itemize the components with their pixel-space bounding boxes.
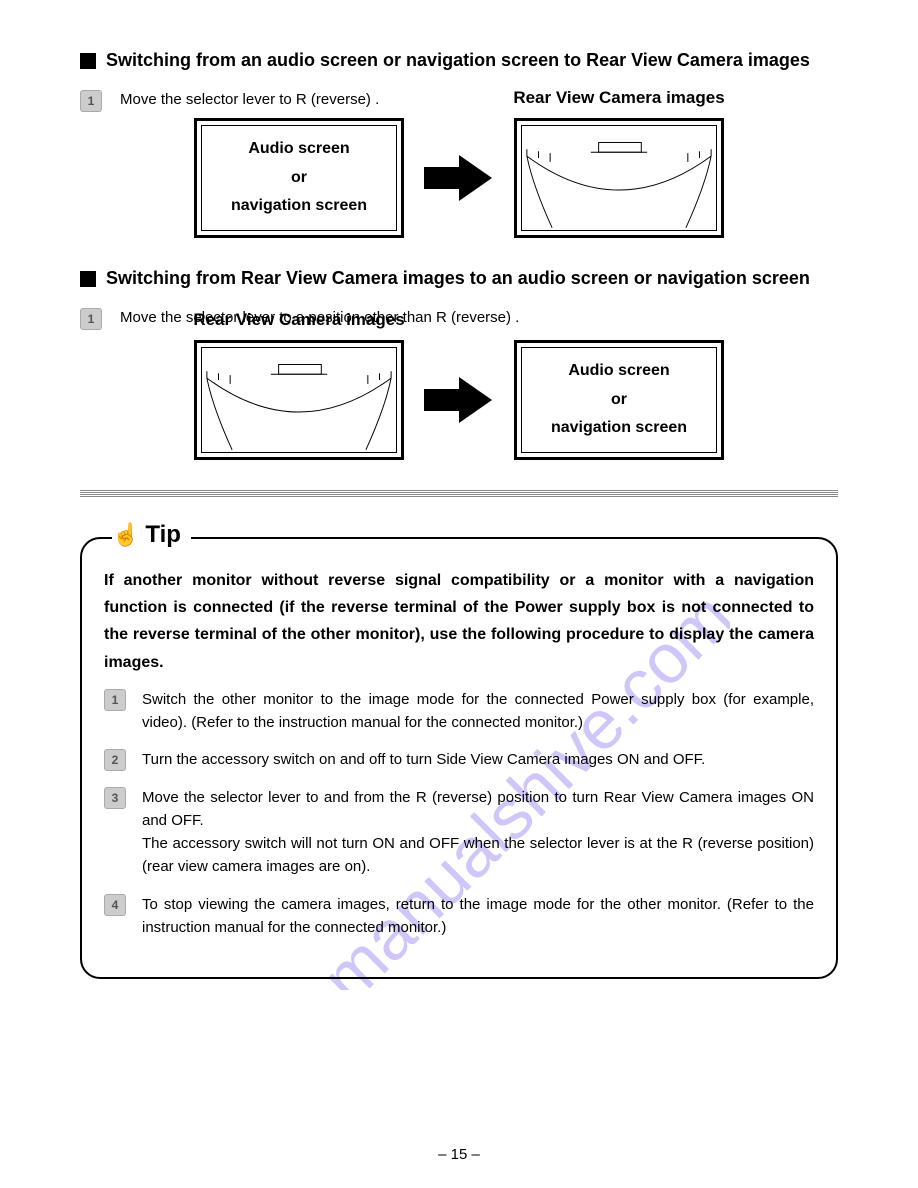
tip-step-text: To stop viewing the camera images, retur… [142, 893, 814, 940]
rear-camera-box-wrap: Rear View Camera images [514, 118, 724, 238]
tip-label-text: Tip [145, 521, 181, 549]
tip-box: ☝ Tip If another monitor without reverse… [80, 537, 838, 979]
section1-diagram: Audio screen or navigation screen Rear V… [80, 118, 838, 238]
box-line: Audio screen [568, 357, 669, 386]
rear-camera-label: Rear View Camera images [504, 88, 734, 108]
step-number-icon: 3 [104, 787, 126, 809]
square-bullet-icon [80, 271, 96, 287]
tip-step: 2 Turn the accessory switch on and off to… [104, 748, 814, 771]
rear-camera-label: Rear View Camera images [184, 310, 414, 330]
tip-step-text: Turn the accessory switch on and off to … [142, 748, 705, 771]
rear-camera-box-wrap: Rear View Camera images [194, 340, 404, 460]
manual-page: manualshive.com Switching from an audio … [0, 0, 918, 1188]
step-number-icon: 1 [80, 90, 102, 112]
section1-step-text: Move the selector lever to R (reverse) . [120, 89, 379, 112]
box-line: or [291, 164, 307, 193]
box-line: or [611, 386, 627, 415]
section-divider [80, 490, 838, 497]
page-number: – 15 – [0, 1146, 918, 1163]
section2-heading: Switching from Rear View Camera images t… [80, 268, 838, 289]
tip-intro-text: If another monitor without reverse signa… [104, 567, 814, 676]
arrow-right-icon [424, 153, 494, 203]
rear-camera-screen-box [194, 340, 404, 460]
tip-step-text: Switch the other monitor to the image mo… [142, 688, 814, 735]
square-bullet-icon [80, 53, 96, 69]
tip-label: ☝ Tip [112, 521, 191, 549]
box-line: navigation screen [231, 192, 367, 221]
tip-step: 1 Switch the other monitor to the image m… [104, 688, 814, 735]
section2-diagram: Rear View Camera images Audio screen or … [80, 340, 838, 460]
pointing-hand-icon: ☝ [112, 522, 139, 548]
box-line: Audio screen [248, 135, 349, 164]
audio-nav-screen-box: Audio screen or navigation screen [514, 340, 724, 460]
audio-nav-screen-box: Audio screen or navigation screen [194, 118, 404, 238]
tip-steps-list: 1 Switch the other monitor to the image m… [104, 688, 814, 939]
step-number-icon: 1 [80, 308, 102, 330]
tip-step: 3 Move the selector lever to and from the… [104, 786, 814, 879]
rear-camera-screen-box [514, 118, 724, 238]
box-line: navigation screen [551, 414, 687, 443]
arrow-right-icon [424, 375, 494, 425]
rear-camera-illustration-icon [203, 349, 395, 454]
tip-step-text: Move the selector lever to and from the … [142, 786, 814, 879]
section1-heading-text: Switching from an audio screen or naviga… [106, 50, 810, 71]
step-number-icon: 4 [104, 894, 126, 916]
rear-camera-illustration-icon [523, 127, 715, 232]
section2-heading-text: Switching from Rear View Camera images t… [106, 268, 810, 289]
step-number-icon: 1 [104, 689, 126, 711]
tip-step: 4 To stop viewing the camera images, retu… [104, 893, 814, 940]
step-number-icon: 2 [104, 749, 126, 771]
section1-heading: Switching from an audio screen or naviga… [80, 50, 838, 71]
